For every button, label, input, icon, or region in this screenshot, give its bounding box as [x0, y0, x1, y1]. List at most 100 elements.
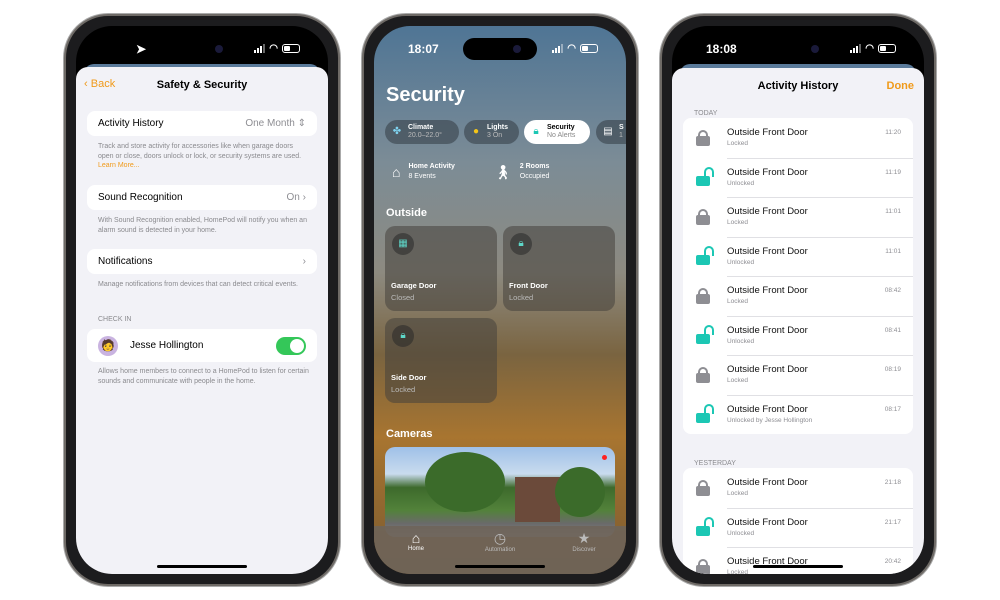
check-in-header: CHECK IN [98, 316, 132, 323]
tile-garage-door[interactable]: ▦ Garage Door Closed [385, 226, 497, 311]
history-card: Outside Front Door Locked 21:18 Outside … [683, 468, 913, 574]
check-in-toggle[interactable] [276, 336, 306, 355]
wifi-icon: ◠ [269, 43, 278, 54]
event-time: 20:42 [884, 558, 901, 565]
event-time: 11:01 [885, 208, 901, 215]
clock: 18:07 [408, 42, 439, 56]
phone-activity-history: 18:08 ◠ Activity History Done TODAY Outs… [660, 14, 936, 586]
tab-label: Home [407, 546, 424, 552]
row-label: Sound Recognition [98, 192, 183, 203]
camera-feed[interactable] [385, 447, 615, 537]
battery-icon [282, 44, 300, 53]
chip-label: Climate [408, 124, 434, 131]
sound-recognition-value: On [286, 192, 300, 203]
event-state: Locked [727, 490, 748, 497]
history-row[interactable]: Outside Front Door Unlocked 11:01 [683, 236, 913, 277]
accessory-name: Outside Front Door [727, 403, 808, 415]
chip-climate[interactable]: ✤ Climate 20.0–22.0° [385, 120, 459, 144]
notifications-row[interactable]: Notifications › [87, 249, 317, 274]
event-time: 21:17 [884, 518, 901, 526]
activity-label: 2 Rooms [519, 163, 550, 170]
house-icon: ⌂ [392, 164, 401, 180]
tile-name: Front Door [509, 281, 548, 290]
lock-icon: 🔒︎ [533, 126, 539, 137]
chip-label: Security [547, 124, 575, 131]
lock-closed-icon [696, 480, 710, 496]
event-state: Unlocked [727, 179, 755, 187]
battery-icon [580, 44, 598, 53]
fan-icon: ✤ [392, 126, 402, 137]
sound-recognition-row[interactable]: Sound Recognition On › [87, 185, 317, 210]
chip-speakers[interactable]: ▤ S 1 [596, 120, 626, 144]
person-walking-icon: 🚶︎ [494, 164, 512, 180]
tab-discover[interactable]: ★ Discover [554, 530, 614, 574]
lock-open-icon [696, 245, 714, 265]
event-time: 21:18 [884, 479, 901, 486]
accessory-name: Outside Front Door [727, 127, 808, 138]
signal-icon [254, 44, 266, 53]
page-title: Safety & Security [156, 79, 248, 91]
sound-recognition-description: With Sound Recognition enabled, HomePod … [98, 217, 307, 234]
history-row[interactable]: Outside Front Door Locked 11:01 [683, 197, 913, 237]
chevron-right-icon: › [302, 192, 306, 203]
activity-history-row[interactable]: Activity History One Month ⇕ [87, 111, 317, 136]
history-row[interactable]: Outside Front Door Unlocked 11:19 [683, 157, 913, 198]
event-state: Locked [727, 219, 748, 226]
accessory-name: Outside Front Door [727, 364, 808, 375]
event-state: Unlocked [727, 529, 755, 537]
history-row[interactable]: Outside Front Door Locked 20:42 [683, 547, 913, 574]
tile-name: Side Door [391, 373, 427, 382]
history-row[interactable]: Outside Front Door Locked 11:20 [683, 118, 913, 158]
lock-closed-icon [696, 288, 710, 304]
activity-history-value: One Month [245, 118, 295, 129]
wifi-icon: ◠ [567, 43, 576, 54]
tile-front-door[interactable]: 🔒︎ Front Door Locked [503, 226, 615, 311]
event-state: Locked [727, 569, 748, 574]
dynamic-island [761, 38, 835, 60]
chip-sub: 1 [619, 132, 623, 139]
history-row[interactable]: Outside Front Door Locked 08:19 [683, 355, 913, 395]
accessory-name: Outside Front Door [727, 166, 808, 178]
history-row[interactable]: Outside Front Door Unlocked 21:17 [683, 507, 913, 548]
learn-more-link[interactable]: Learn More... [98, 162, 140, 169]
history-row[interactable]: Outside Front Door Unlocked by Jesse Hol… [683, 394, 913, 435]
chip-security[interactable]: 🔒︎ Security No Alerts [524, 120, 590, 144]
event-time: 08:41 [884, 326, 901, 334]
chip-label: Lights [487, 124, 508, 131]
settings-sheet: ‹ Back Safety & Security Activity Histor… [76, 67, 328, 574]
accessory-name: Outside Front Door [727, 477, 808, 488]
accessory-name: Outside Front Door [727, 516, 808, 528]
lock-open-icon [696, 516, 714, 536]
house-image [515, 477, 560, 522]
activity-sub: Occupied [519, 173, 550, 180]
lock-closed-icon [696, 367, 710, 383]
lock-icon: 🔒︎ [510, 233, 532, 255]
event-state: Locked [727, 298, 748, 305]
section-header: TODAY [694, 110, 718, 117]
home-activity[interactable]: ⌂ Home Activity 8 Events [392, 162, 455, 182]
chip-lights[interactable]: ● Lights 3 On [464, 120, 519, 144]
activity-sub: 8 Events [408, 173, 436, 180]
history-row[interactable]: Outside Front Door Locked 08:42 [683, 276, 913, 316]
row-label: Activity History [98, 118, 164, 129]
tile-name: Garage Door [391, 281, 437, 290]
done-button[interactable]: Done [887, 80, 915, 92]
history-row[interactable]: Outside Front Door Unlocked 08:41 [683, 315, 913, 356]
battery-icon [878, 44, 896, 53]
rooms-occupied[interactable]: 🚶︎ 2 Rooms Occupied [494, 162, 549, 182]
dynamic-island [165, 38, 239, 60]
event-time: 11:19 [885, 168, 901, 176]
event-state: Locked [727, 377, 748, 384]
event-state: Locked [727, 140, 748, 147]
tile-side-door[interactable]: 🔒︎ Side Door Locked [385, 318, 497, 403]
cameras-header: Cameras [386, 428, 433, 440]
tile-state: Closed [391, 293, 415, 302]
chip-sub: No Alerts [547, 132, 576, 139]
history-row[interactable]: Outside Front Door Locked 21:18 [683, 468, 913, 508]
screen: ➤ ◠ ‹ Back Safety & Security Activity Hi… [76, 26, 328, 574]
screen: 18:07 ◠ Security ✤ Climate 20.0–22.0° ● Lig… [374, 26, 626, 574]
home-indicator [157, 565, 247, 568]
chip-label: S [619, 124, 624, 131]
description-text: Track and store activity for accessories… [98, 143, 302, 160]
tab-home[interactable]: ⌂ Home [386, 530, 446, 574]
